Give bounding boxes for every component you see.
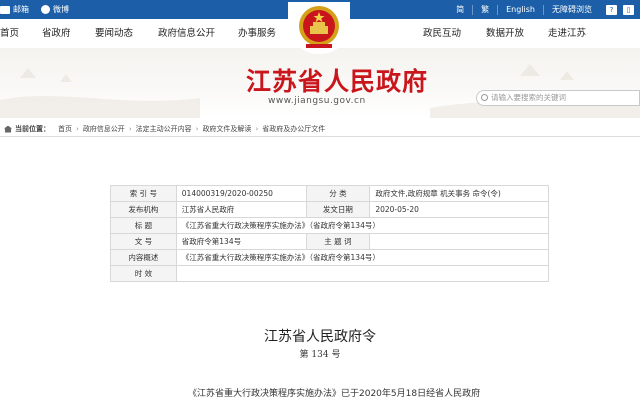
national-emblem-icon <box>299 6 339 48</box>
mail-icon <box>0 5 10 14</box>
category-label: 分 类 <box>305 185 371 202</box>
table-row: 发布机构 江苏省人民政府 发文日期 2020-05-20 <box>110 201 549 218</box>
validity-value <box>175 265 550 282</box>
nav-interaction[interactable]: 政民互动 <box>423 19 461 48</box>
index-number-label: 索 引 号 <box>110 185 177 202</box>
weibo-icon <box>41 5 50 14</box>
title-value: 《江苏省重大行政决策程序实施办法》（省政府令第134号） <box>175 217 550 234</box>
site-banner: 江苏省人民政府 www.jiangsu.gov.cn <box>0 48 640 118</box>
subject-words-value <box>369 233 549 250</box>
summary-label: 内容概述 <box>110 249 177 266</box>
search-icon <box>481 94 488 101</box>
table-row: 文 号 省政府令第134号 主 题 词 <box>110 233 549 250</box>
breadcrumb-separator: › <box>76 125 79 133</box>
breadcrumb-item-gov-documents[interactable]: 政府文件及解读 <box>202 124 251 134</box>
table-row: 索 引 号 014000319/2020-00250 分 类 政府文件,政府规章… <box>110 185 549 202</box>
breadcrumb-item-info-disclosure[interactable]: 政府信息公开 <box>83 124 125 134</box>
index-number-value: 014000319/2020-00250 <box>175 185 307 202</box>
document-number: 第 134 号 <box>299 350 341 360</box>
site-url: www.jiangsu.gov.cn <box>268 96 366 106</box>
publisher-value: 江苏省人民政府 <box>175 201 307 218</box>
summary-value: 《江苏省重大行政决策程序实施办法》（省政府令第134号） <box>175 249 550 266</box>
document-title: 江苏省人民政府令 <box>264 329 376 345</box>
breadcrumb: 当前位置： 首页 › 政府信息公开 › 法定主动公开内容 › 政府文件及解读 ›… <box>0 122 640 137</box>
nav-open-data[interactable]: 数据开放 <box>486 19 524 48</box>
issue-date-value: 2020-05-20 <box>369 201 549 218</box>
national-emblem <box>288 2 350 54</box>
table-row: 内容概述 《江苏省重大行政决策程序实施办法》（省政府令第134号） <box>110 249 550 266</box>
breadcrumb-separator: › <box>128 125 132 133</box>
table-row: 标 题 《江苏省重大行政决策程序实施办法》（省政府令第134号） <box>110 217 550 234</box>
title-label: 标 题 <box>110 217 177 234</box>
mail-link[interactable]: 邮箱 <box>0 4 29 15</box>
home-icon <box>4 125 12 133</box>
table-row: 时 效 <box>110 265 550 282</box>
weibo-link[interactable]: 微博 <box>41 4 69 15</box>
publisher-label: 发布机构 <box>110 201 177 218</box>
doc-number-label: 文 号 <box>110 233 177 250</box>
document-body-first-line: 《江苏省重大行政决策程序实施办法》已于2020年5月18日经省人民政府 <box>188 389 481 399</box>
site-title: 江苏省人民政府 <box>246 67 429 96</box>
breadcrumb-item-statutory-content[interactable]: 法定主动公开内容 <box>136 124 192 134</box>
breadcrumb-item-home[interactable]: 首页 <box>58 124 72 134</box>
help-icon[interactable]: ? <box>606 4 617 15</box>
category-value: 政府文件,政府规章 机关事务 命令(令) <box>369 185 549 202</box>
accessible-browsing-link[interactable]: 无障碍浏览 <box>543 4 600 15</box>
nav-home[interactable]: 首页 <box>0 19 19 48</box>
nav-news[interactable]: 要闻动态 <box>95 19 133 48</box>
search-input[interactable]: 请输入要搜索的关键词 <box>476 90 640 106</box>
english-link[interactable]: English <box>497 4 543 15</box>
nav-services[interactable]: 办事服务 <box>238 19 276 48</box>
breadcrumb-separator: › <box>195 125 199 133</box>
nav-about-jiangsu[interactable]: 走进江苏 <box>548 19 586 48</box>
breadcrumb-label: 当前位置： <box>15 125 50 133</box>
traditional-chinese-link[interactable]: 繁 <box>472 4 497 15</box>
issue-date-label: 发文日期 <box>305 201 371 218</box>
nav-info-disclosure[interactable]: 政府信息公开 <box>158 19 215 48</box>
validity-label: 时 效 <box>110 265 177 282</box>
subject-words-label: 主 题 词 <box>305 233 371 250</box>
document-info-table: 索 引 号 014000319/2020-00250 分 类 政府文件,政府规章… <box>110 185 550 282</box>
breadcrumb-item-provincial-documents[interactable]: 省政府及办公厅文件 <box>262 124 325 134</box>
mobile-icon[interactable]: ▯ <box>623 4 634 15</box>
doc-number-value: 省政府令第134号 <box>175 233 307 250</box>
nav-provincial-government[interactable]: 省政府 <box>42 19 71 48</box>
breadcrumb-separator: › <box>255 125 259 133</box>
simplified-chinese-link[interactable]: 简 <box>448 5 472 15</box>
